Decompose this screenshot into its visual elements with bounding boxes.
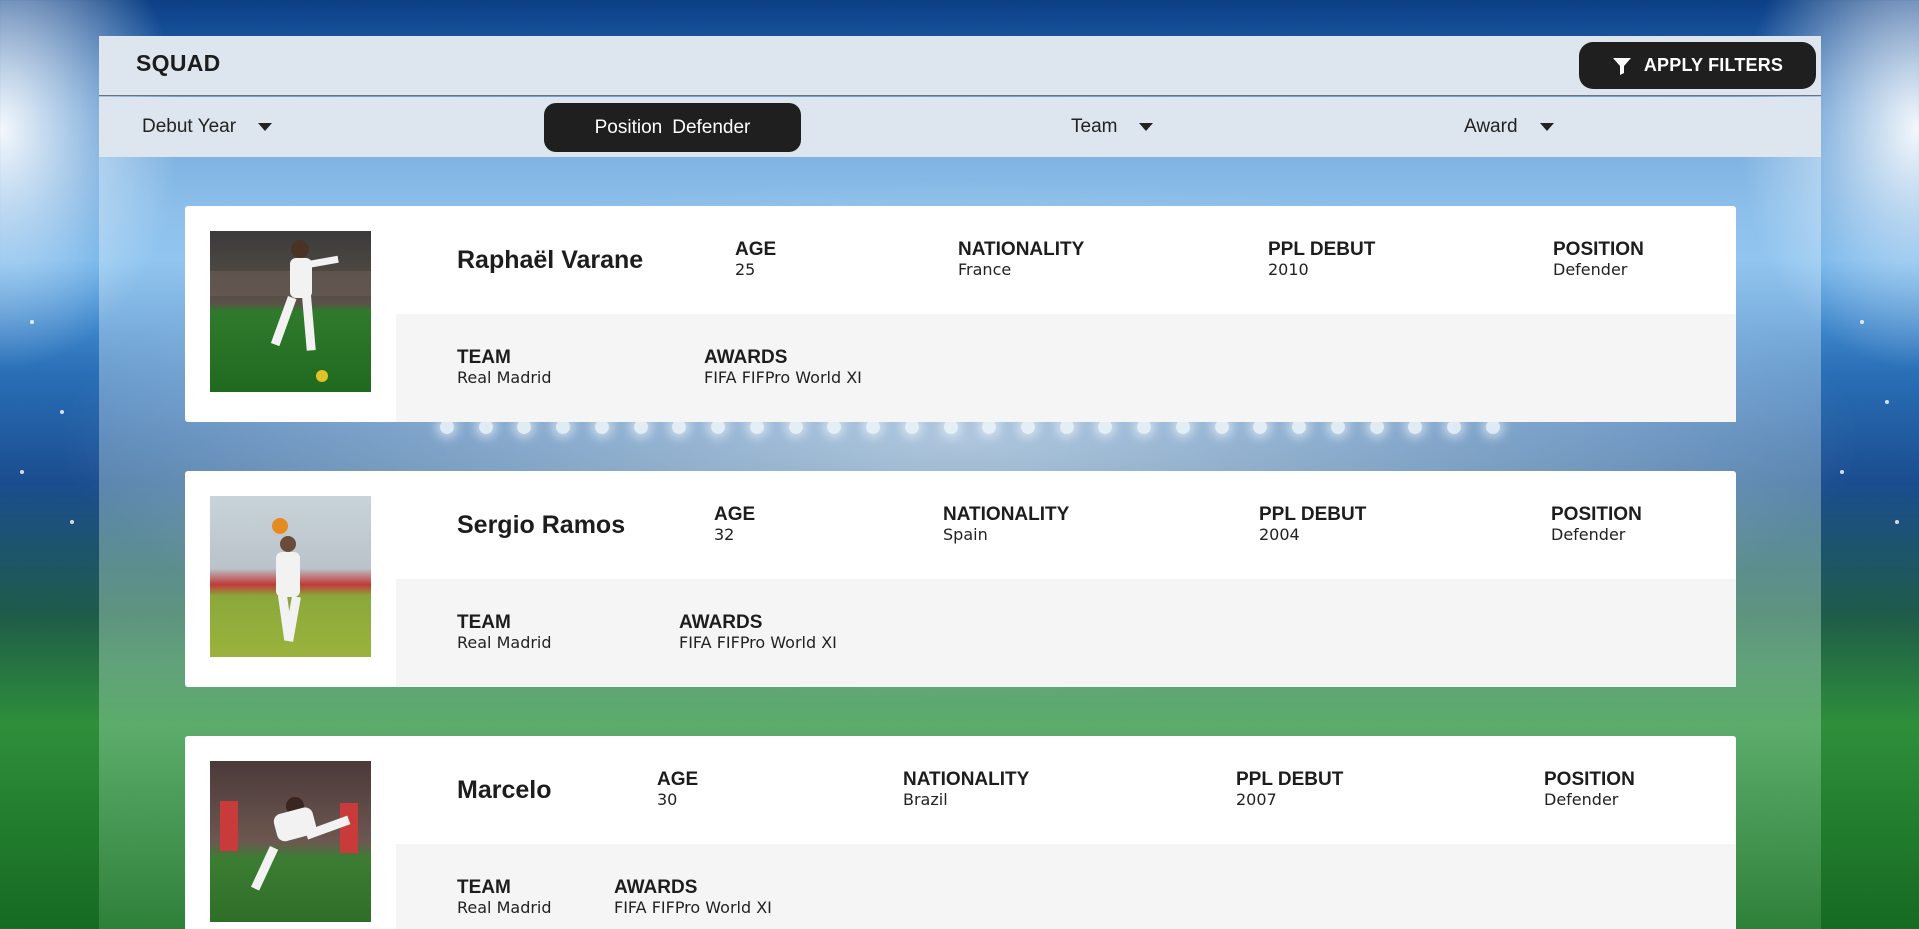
- player-awards: AWARDS FIFA FIFPro World XI: [704, 348, 862, 388]
- debut-label: PPL DEBUT: [1259, 504, 1367, 525]
- debut-value: 2007: [1236, 790, 1277, 809]
- player-age: AGE 30: [657, 770, 698, 810]
- team-label: TEAM: [457, 877, 511, 898]
- caret-down-icon: [258, 123, 273, 131]
- debut-value: 2004: [1259, 525, 1300, 544]
- player-position: POSITION Defender: [1544, 770, 1635, 810]
- player-nationality: NATIONALITY Brazil: [903, 770, 1029, 810]
- nationality-label: NATIONALITY: [903, 769, 1030, 790]
- player-debut: PPL DEBUT 2007: [1236, 770, 1343, 810]
- caret-down-icon: [1139, 123, 1154, 131]
- age-value: 25: [735, 260, 756, 279]
- squad-panel: SQUAD APPLY FILTERS Debut Year Position …: [99, 36, 1821, 929]
- filter-icon: [1612, 57, 1631, 75]
- position-value: Defender: [1544, 790, 1619, 809]
- filter-position[interactable]: Position Defender: [544, 103, 801, 152]
- caret-down-icon: [1539, 123, 1554, 131]
- player-details-row: [396, 579, 1736, 687]
- team-label: TEAM: [457, 347, 511, 368]
- nationality-label: NATIONALITY: [958, 239, 1085, 260]
- position-value: Defender: [1551, 525, 1626, 544]
- player-photo: [210, 761, 371, 922]
- nationality-value: France: [958, 260, 1012, 279]
- player-nationality: NATIONALITY France: [958, 240, 1084, 280]
- position-label: POSITION: [1544, 769, 1635, 790]
- player-position: POSITION Defender: [1553, 240, 1644, 280]
- nationality-value: Spain: [943, 525, 988, 544]
- team-label: TEAM: [457, 612, 511, 633]
- position-label: POSITION: [1551, 504, 1642, 525]
- player-details-row: [396, 314, 1736, 422]
- top-bar: SQUAD APPLY FILTERS: [99, 36, 1821, 96]
- awards-label: AWARDS: [679, 612, 763, 633]
- player-name: Raphaël Varane: [457, 246, 644, 274]
- team-value: Real Madrid: [457, 898, 552, 917]
- filter-debut-year-label: Debut Year: [142, 116, 237, 137]
- player-debut: PPL DEBUT 2004: [1259, 505, 1366, 545]
- player-details-row: [396, 844, 1736, 929]
- filter-team-label: Team: [1071, 116, 1118, 137]
- player-team: TEAM Real Madrid: [457, 878, 552, 918]
- filter-position-label: Position: [594, 116, 663, 138]
- player-debut: PPL DEBUT 2010: [1268, 240, 1375, 280]
- debut-value: 2010: [1268, 260, 1309, 279]
- nationality-label: NATIONALITY: [943, 504, 1070, 525]
- player-card[interactable]: Sergio Ramos AGE 32 NATIONALITY Spain PP…: [185, 471, 1736, 687]
- player-name: Sergio Ramos: [457, 511, 626, 539]
- filter-debut-year[interactable]: Debut Year: [142, 97, 273, 157]
- age-label: AGE: [714, 504, 756, 525]
- age-value: 32: [714, 525, 735, 544]
- awards-label: AWARDS: [704, 347, 788, 368]
- age-label: AGE: [657, 769, 699, 790]
- filter-team[interactable]: Team: [1071, 97, 1154, 157]
- position-label: POSITION: [1553, 239, 1644, 260]
- apply-filters-button[interactable]: APPLY FILTERS: [1579, 42, 1816, 89]
- player-position: POSITION Defender: [1551, 505, 1642, 545]
- filter-award-label: Award: [1464, 116, 1518, 137]
- position-value: Defender: [1553, 260, 1628, 279]
- team-value: Real Madrid: [457, 633, 552, 652]
- filter-award[interactable]: Award: [1464, 97, 1554, 157]
- apply-filters-label: APPLY FILTERS: [1643, 55, 1784, 75]
- player-photo: [210, 496, 371, 657]
- team-value: Real Madrid: [457, 368, 552, 387]
- player-card[interactable]: Marcelo AGE 30 NATIONALITY Brazil PPL DE…: [185, 736, 1736, 929]
- player-team: TEAM Real Madrid: [457, 613, 552, 653]
- age-value: 30: [657, 790, 678, 809]
- player-awards: AWARDS FIFA FIFPro World XI: [679, 613, 837, 653]
- debut-label: PPL DEBUT: [1268, 239, 1376, 260]
- player-age: AGE 25: [735, 240, 776, 280]
- player-photo: [210, 231, 371, 392]
- debut-label: PPL DEBUT: [1236, 769, 1344, 790]
- player-team: TEAM Real Madrid: [457, 348, 552, 388]
- awards-value: FIFA FIFPro World XI: [679, 633, 837, 652]
- player-age: AGE 32: [714, 505, 755, 545]
- awards-label: AWARDS: [614, 877, 698, 898]
- player-awards: AWARDS FIFA FIFPro World XI: [614, 878, 772, 918]
- filter-position-value: Defender: [672, 116, 751, 138]
- age-label: AGE: [735, 239, 777, 260]
- awards-value: FIFA FIFPro World XI: [614, 898, 772, 917]
- player-nationality: NATIONALITY Spain: [943, 505, 1069, 545]
- player-card[interactable]: Raphaël Varane AGE 25 NATIONALITY France…: [185, 206, 1736, 422]
- player-name: Marcelo: [457, 776, 552, 804]
- filter-bar: Debut Year Position Defender Team Award: [99, 97, 1821, 157]
- awards-value: FIFA FIFPro World XI: [704, 368, 862, 387]
- nationality-value: Brazil: [903, 790, 948, 809]
- page-title: SQUAD: [136, 50, 221, 76]
